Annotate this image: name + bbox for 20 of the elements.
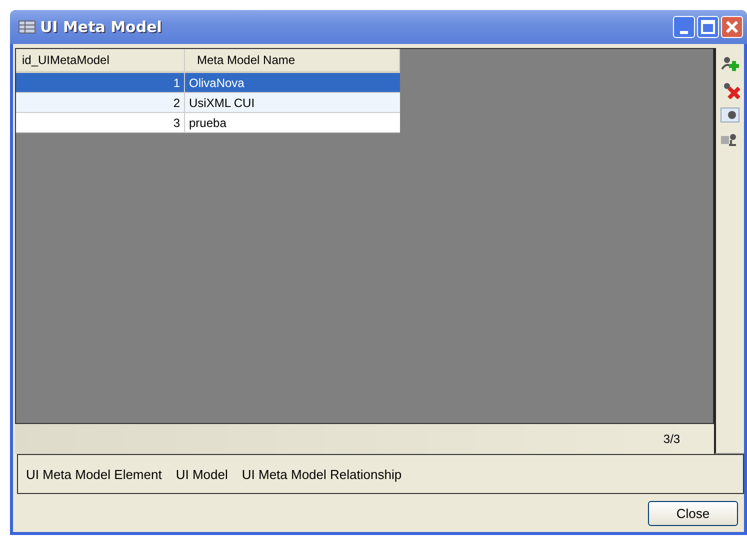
table-cell: 3 (16, 112, 184, 132)
table-row[interactable]: 2 UsiXML CUI (16, 92, 400, 112)
close-icon (725, 20, 739, 34)
column-header[interactable]: id_UIMetaModel (16, 49, 184, 72)
minimize-icon (680, 30, 688, 34)
link[interactable]: UI Meta Model Relationship (242, 466, 402, 482)
record-count: 3/3 (663, 432, 680, 446)
table-row[interactable]: 1 OlivaNova (16, 72, 400, 92)
maximize-button[interactable] (697, 16, 719, 38)
link[interactable]: UI Meta Model Element (26, 466, 162, 482)
maximize-icon (701, 20, 715, 34)
table-icon (18, 19, 36, 35)
table-row[interactable]: 3 prueba (16, 112, 400, 132)
link[interactable]: UI Model (176, 466, 228, 482)
close-button[interactable] (721, 16, 743, 38)
column-header[interactable]: Meta Model Name (184, 49, 400, 72)
window-title: UI Meta Model (40, 18, 162, 36)
table-cell: prueba (184, 112, 400, 132)
close-button[interactable]: Close (648, 500, 738, 526)
minimize-button[interactable] (673, 16, 695, 38)
